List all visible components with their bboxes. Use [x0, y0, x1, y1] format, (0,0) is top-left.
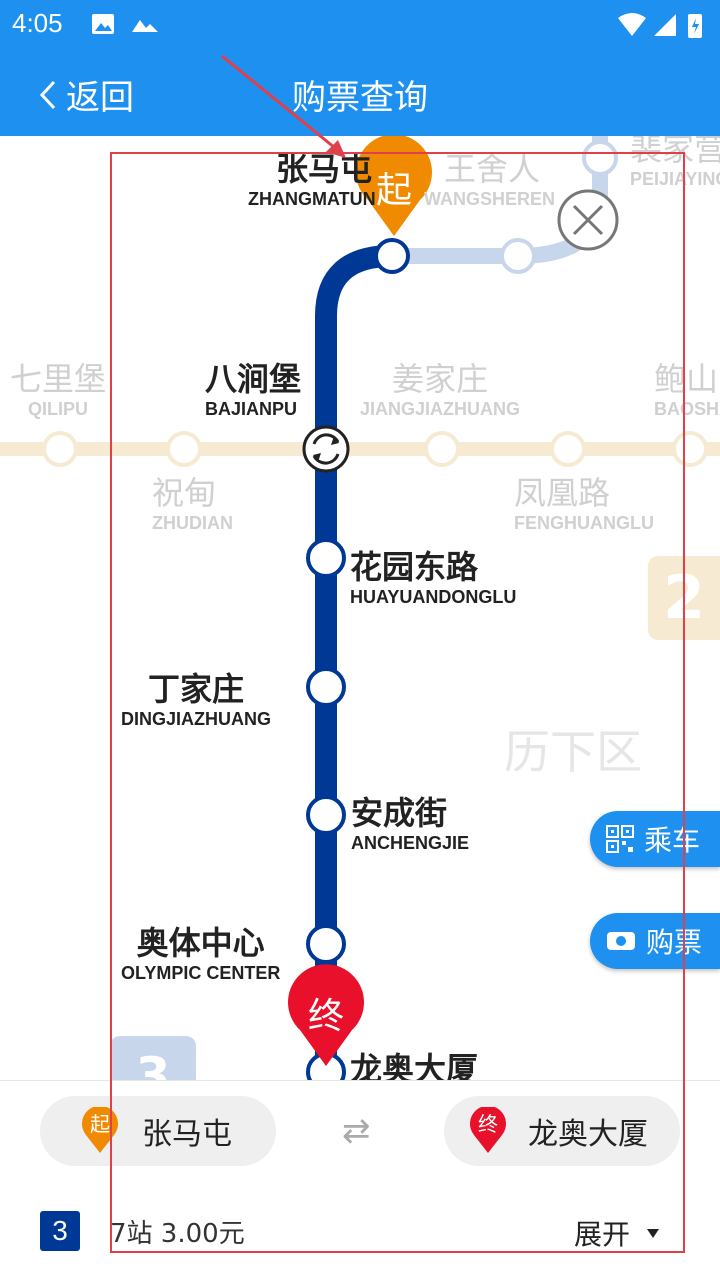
station-label-peijiaying[interactable]: 裴家营 PEIJIAYING — [630, 136, 720, 190]
app-bar: 返回 购票查询 — [0, 48, 720, 136]
status-time: 4:05 — [12, 8, 63, 38]
status-bar: 4:05 — [0, 0, 720, 48]
transfer-icon[interactable] — [302, 425, 350, 473]
ticket-icon — [607, 932, 635, 950]
route-panel: 起 张马屯 ⇄ 终 龙奥大厦 3 7站 3.00元 展开 — [0, 1080, 720, 1281]
start-marker-label: 起 — [376, 170, 412, 211]
station-dot-jiangjiazhuang[interactable] — [424, 431, 460, 467]
qr-code-icon — [606, 825, 634, 853]
to-station-label: 龙奥大厦 — [528, 1117, 648, 1152]
triangle-down-icon — [647, 1229, 659, 1238]
buy-ticket-button[interactable]: 购票 — [590, 913, 720, 969]
from-station-field[interactable]: 起 张马屯 — [40, 1096, 276, 1166]
station-dot-baoshan[interactable] — [672, 431, 708, 467]
route-summary: 3 7站 3.00元 — [40, 1211, 245, 1251]
station-dot-dingjiazhuang[interactable] — [306, 667, 346, 707]
station-dot-zhudian[interactable] — [166, 431, 202, 467]
station-dot-olympic-center[interactable] — [306, 924, 346, 964]
station-dot-qilipu[interactable] — [42, 431, 78, 467]
station-dot-wangsheren[interactable] — [500, 238, 536, 274]
from-station-label: 张马屯 — [142, 1117, 232, 1152]
back-label: 返回 — [66, 78, 134, 118]
station-label-dingjiazhuang[interactable]: 丁家庄 DINGJIAZHUANG — [121, 670, 271, 730]
close-route-icon[interactable] — [557, 189, 619, 251]
station-label-baoshan[interactable]: 鲍山 BAOSHAN — [654, 360, 720, 420]
line-badge: 3 — [40, 1211, 80, 1251]
to-station-field[interactable]: 终 龙奥大厦 — [444, 1096, 680, 1166]
station-label-anchengjie[interactable]: 安成街 ANCHENGJIE — [351, 794, 469, 854]
station-label-wangsheren[interactable]: 王舍人 WANGSHEREN — [424, 150, 555, 210]
station-label-zhangmatun[interactable]: 张马屯 ZHANGMATUN — [248, 150, 376, 210]
line2-badge: 2 — [648, 556, 720, 640]
back-button[interactable]: 返回 — [36, 70, 134, 119]
district-label: 历下区 — [504, 725, 642, 779]
station-dot-anchengjie[interactable] — [306, 795, 346, 835]
line2-track — [0, 442, 720, 456]
ride-button[interactable]: 乘车 — [590, 811, 720, 867]
station-dot-huayuandonglu[interactable] — [306, 538, 346, 578]
end-marker-label: 终 — [308, 996, 344, 1037]
station-label-qilipu[interactable]: 七里堡 QILIPU — [10, 360, 106, 420]
station-label-huayuandonglu[interactable]: 花园东路 HUAYUANDONGLU — [350, 548, 516, 608]
station-label-olympic-center[interactable]: 奥体中心 OLYMPIC CENTER — [121, 924, 280, 984]
station-label-fenghuanglu[interactable]: 凤凰路 FENGHUANGLU — [514, 474, 654, 534]
station-label-bajianpu[interactable]: 八涧堡 BAJIANPU — [205, 360, 301, 420]
svg-text:终: 终 — [478, 1112, 498, 1136]
end-pin-icon: 终 — [470, 1107, 506, 1153]
start-pin-icon: 起 — [82, 1107, 118, 1153]
line3-badge: 3 — [110, 1036, 196, 1080]
station-dot-zhangmatun[interactable] — [374, 238, 410, 274]
chevron-left-icon — [39, 80, 56, 109]
system-icons — [618, 13, 702, 38]
station-dot-fenghuanglu[interactable] — [550, 431, 586, 467]
station-label-jiangjiazhuang[interactable]: 姜家庄 JIANGJIAZHUANG — [360, 360, 520, 420]
expand-button[interactable]: 展开 — [574, 1213, 660, 1253]
station-dot-peijiaying[interactable] — [582, 140, 618, 176]
station-label-longaodasha[interactable]: 龙奥大厦 — [350, 1050, 478, 1080]
station-label-zhudian[interactable]: 祝甸 ZHUDIAN — [152, 474, 233, 534]
svg-text:起: 起 — [90, 1112, 110, 1136]
route-stats: 7站 3.00元 — [110, 1218, 245, 1249]
swap-stations-icon[interactable]: ⇄ — [342, 1111, 371, 1151]
notification-icons — [92, 14, 158, 34]
